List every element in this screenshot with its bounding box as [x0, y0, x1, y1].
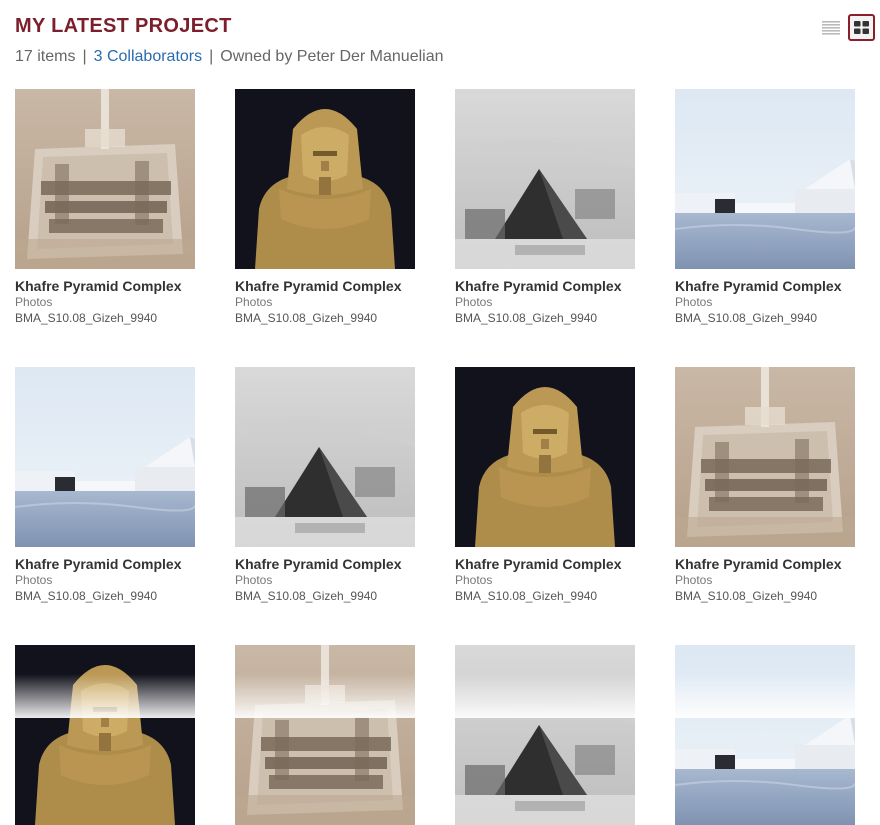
view-toggle [820, 14, 875, 41]
item-type: Photos [15, 573, 53, 587]
item-title[interactable]: Khafre Pyramid Complex [15, 556, 215, 572]
item-card[interactable]: Khafre Pyramid Complex Photos BMA_S10.08_G… [455, 89, 655, 326]
item-thumbnail[interactable] [15, 89, 195, 269]
item-card[interactable]: Khafre Pyramid Complex Photos BMA_S10.08_G… [235, 367, 435, 604]
item-card[interactable] [15, 645, 215, 825]
item-card[interactable]: Khafre Pyramid Complex Photos BMA_S10.08_G… [455, 367, 655, 604]
item-card[interactable] [455, 645, 655, 825]
item-id: BMA_S10.08_Gizeh_9940 [455, 311, 598, 325]
page-title: MY LATEST PROJECT [15, 15, 232, 37]
item-title[interactable]: Khafre Pyramid Complex [235, 278, 435, 294]
item-id: BMA_S10.08_Gizeh_9940 [235, 589, 378, 603]
grid-view-button[interactable] [848, 14, 875, 41]
item-title[interactable]: Khafre Pyramid Complex [455, 556, 655, 572]
item-id: BMA_S10.08_Gizeh_9940 [455, 589, 598, 603]
owner-text: Owned by Peter Der Manuelian [220, 48, 444, 65]
list-view-button[interactable] [820, 16, 842, 40]
item-id: BMA_S10.08_Gizeh_9940 [675, 311, 818, 325]
item-thumbnail[interactable] [15, 367, 195, 547]
item-type: Photos [15, 295, 53, 309]
item-thumbnail[interactable] [455, 89, 635, 269]
item-thumbnail[interactable] [235, 367, 415, 547]
item-card[interactable]: Khafre Pyramid Complex Photos BMA_S10.08_G… [235, 89, 435, 326]
item-thumbnail[interactable] [455, 367, 635, 547]
item-card[interactable] [235, 645, 435, 825]
item-card[interactable]: Khafre Pyramid Complex Photos BMA_S10.08_G… [675, 89, 875, 326]
item-type: Photos [675, 295, 713, 309]
item-id: BMA_S10.08_Gizeh_9940 [15, 589, 158, 603]
item-id: BMA_S10.08_Gizeh_9940 [675, 589, 818, 603]
item-card[interactable] [675, 645, 875, 825]
item-card[interactable]: Khafre Pyramid Complex Photos BMA_S10.08_G… [675, 367, 875, 604]
item-type: Photos [235, 295, 273, 309]
item-count: 17 items [15, 48, 76, 65]
collaborators-link[interactable]: 3 Collaborators [94, 48, 203, 65]
item-thumbnail[interactable] [235, 645, 415, 825]
list-view-icon [822, 20, 840, 35]
item-type: Photos [675, 573, 713, 587]
item-thumbnail[interactable] [455, 645, 635, 825]
project-meta: 17 items | 3 Collaborators | Owned by Peter … [15, 47, 880, 67]
item-title[interactable]: Khafre Pyramid Complex [455, 278, 655, 294]
item-thumbnail[interactable] [675, 89, 855, 269]
item-thumbnail[interactable] [235, 89, 415, 269]
item-title[interactable]: Khafre Pyramid Complex [675, 556, 875, 572]
grid-view-icon [854, 21, 869, 34]
item-thumbnail[interactable] [15, 645, 195, 825]
item-title[interactable]: Khafre Pyramid Complex [235, 556, 435, 572]
separator: | [82, 48, 87, 65]
item-id: BMA_S10.08_Gizeh_9940 [15, 311, 158, 325]
item-id: BMA_S10.08_Gizeh_9940 [235, 311, 378, 325]
item-type: Photos [455, 573, 493, 587]
item-type: Photos [455, 295, 493, 309]
item-type: Photos [235, 573, 273, 587]
item-card[interactable]: Khafre Pyramid Complex Photos BMA_S10.08_G… [15, 89, 215, 326]
item-title[interactable]: Khafre Pyramid Complex [675, 278, 875, 294]
item-title[interactable]: Khafre Pyramid Complex [15, 278, 215, 294]
item-card[interactable]: Khafre Pyramid Complex Photos BMA_S10.08_G… [15, 367, 215, 604]
item-thumbnail[interactable] [675, 367, 855, 547]
separator: | [209, 48, 214, 65]
item-thumbnail[interactable] [675, 645, 855, 825]
project-header: MY LATEST PROJECT 17 items | 3 Collaborato… [15, 14, 880, 74]
